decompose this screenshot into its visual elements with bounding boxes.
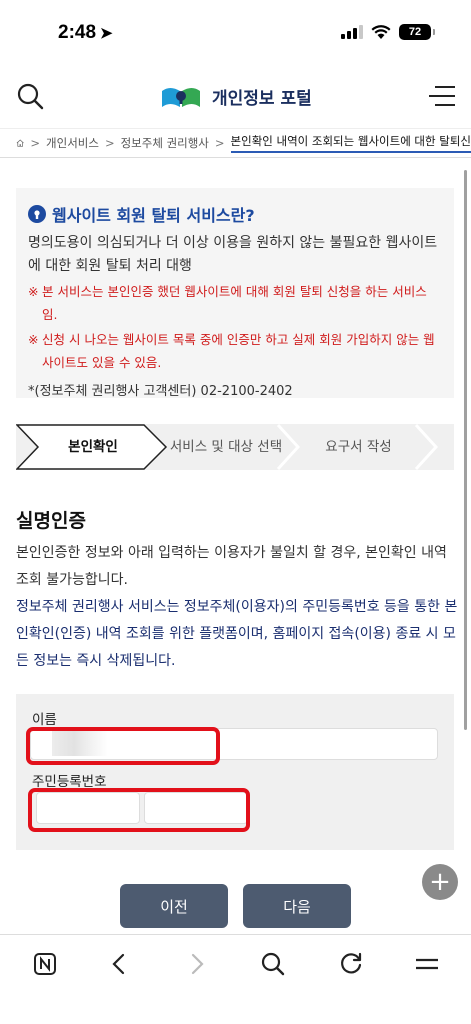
service-info-box: 웹사이트 회원 탈퇴 서비스란? 명의도용이 의심되거나 더 이상 이용을 원하…: [16, 188, 454, 399]
prev-button[interactable]: 이전: [120, 884, 228, 928]
menu-icon[interactable]: [429, 84, 455, 108]
breadcrumb: > 개인서비스 > 정보주체 권리행사 > 본인확인 내역이 조회되는 웹사이트…: [0, 128, 471, 158]
status-bar: 2:48 ➤ 72: [0, 0, 471, 70]
identity-form: 이름 주민등록번호: [16, 694, 454, 850]
rrn-second-input[interactable]: [144, 792, 248, 824]
step-request-write: 요구서 작성: [325, 439, 392, 455]
status-icons: 72: [341, 24, 435, 40]
next-button[interactable]: 다음: [243, 884, 351, 928]
info-title: 웹사이트 회원 탈퇴 서비스란?: [28, 202, 442, 226]
logo-text: 개인정보 포털: [212, 88, 312, 109]
rrn-label: 주민등록번호: [32, 774, 107, 790]
breadcrumb-item[interactable]: 개인서비스: [46, 135, 99, 151]
status-time: 2:48 ➤: [58, 22, 113, 43]
site-header: 개인정보 포털: [0, 70, 471, 124]
location-arrow-icon: ➤: [100, 25, 113, 42]
cellular-signal-icon: [341, 25, 363, 39]
step-identity: 본인확인: [68, 439, 118, 455]
site-logo[interactable]: 개인정보 포털: [160, 83, 312, 109]
menu-icon[interactable]: [412, 949, 442, 979]
search-icon[interactable]: [16, 82, 46, 112]
breadcrumb-item[interactable]: 정보주체 권리행사: [121, 135, 209, 151]
wifi-icon: [371, 25, 391, 39]
chevron-right-icon: >: [104, 136, 115, 150]
breadcrumb-current[interactable]: 본인확인 내역이 조회되는 웹사이트에 대한 탈퇴신: [230, 133, 471, 153]
browser-toolbar: [0, 934, 471, 1024]
back-icon[interactable]: [104, 949, 134, 979]
tab-icon[interactable]: [30, 949, 60, 979]
reload-icon[interactable]: [336, 949, 366, 979]
progress-steps: 본인확인 서비스 및 대상 선택 요구서 작성: [16, 424, 454, 470]
section-notice: 정보주체 권리행사 서비스는 정보주체(이용자)의 주민등록번호 등을 통한 본…: [16, 599, 458, 669]
search-icon[interactable]: [258, 949, 288, 979]
step-service-select: 서비스 및 대상 선택: [169, 439, 283, 455]
name-label: 이름: [32, 712, 57, 728]
chevron-right-icon: >: [214, 136, 225, 150]
rrn-first-input[interactable]: [36, 792, 140, 824]
info-note: ※ 본 서비스는 본인인증 했던 웹사이트에 대해 회원 탈퇴 신청을 하는 서비…: [28, 284, 427, 322]
name-redacted: [52, 728, 108, 756]
section-description: 본인인증한 정보와 아래 입력하는 이용자가 불일치 할 경우, 본인확인 내역…: [16, 545, 447, 588]
forward-icon[interactable]: [182, 949, 212, 979]
info-note: ※ 신청 시 나오는 웹사이트 목록 중에 인증만 하고 실제 회원 가입하지 않…: [28, 332, 435, 370]
scrollbar[interactable]: [464, 170, 467, 730]
plus-icon[interactable]: +: [422, 864, 458, 900]
lock-icon: [28, 205, 46, 223]
battery-indicator: 72: [399, 24, 435, 40]
home-icon[interactable]: [16, 136, 24, 150]
section-title: 실명인증: [16, 510, 86, 532]
info-description: 명의도용이 의심되거나 더 이상 이용을 원하지 않는 불필요한 웹사이트에 대…: [28, 235, 438, 274]
chevron-right-icon: >: [30, 136, 41, 150]
info-contact: *(정보주체 권리행사 고객센터) 02-2100-2402: [28, 384, 293, 399]
logo-icon: [162, 88, 200, 107]
